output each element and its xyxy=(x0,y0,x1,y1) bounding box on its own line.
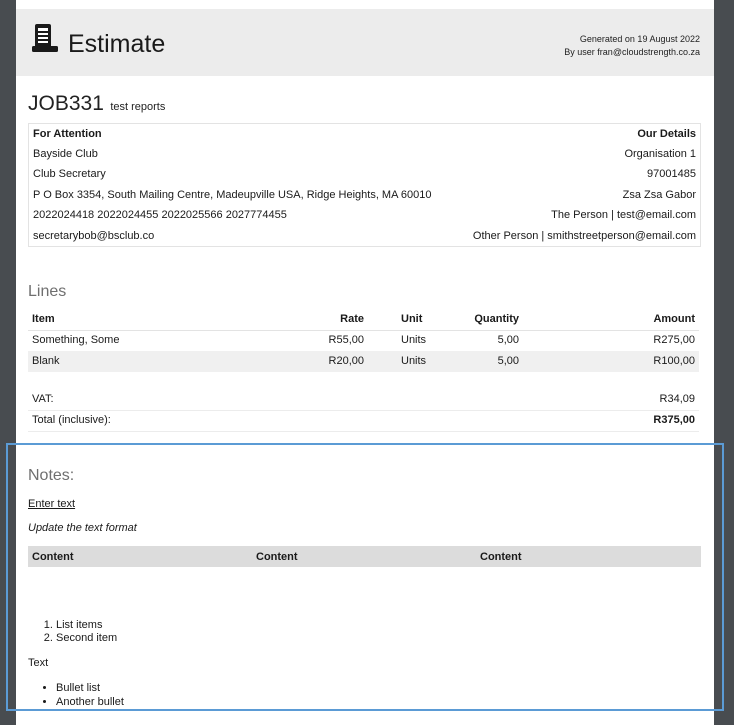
table-row: Blank R20,00 Units 5,00 R100,00 xyxy=(28,351,699,372)
column-header-item: Item xyxy=(32,313,55,325)
column-header-rate: Rate xyxy=(340,313,364,325)
generated-by-user: By user fran@cloudstrength.co.za xyxy=(564,47,700,57)
column-header-amount: Amount xyxy=(653,313,695,325)
organisation-name: Organisation 1 xyxy=(624,148,696,160)
contact-row: P O Box 3354, South Mailing Centre, Made… xyxy=(29,185,700,205)
generation-info: Generated on 19 August 2022 By user fran… xyxy=(564,33,700,59)
client-name: Bayside Club xyxy=(33,148,98,160)
document-header: Estimate Generated on 19 August 2022 By … xyxy=(16,9,714,76)
contact-row: Bayside Club Organisation 1 xyxy=(29,144,700,164)
job-number: JOB331 xyxy=(28,92,104,115)
job-description: test reports xyxy=(110,101,166,113)
cell-item: Something, Some xyxy=(32,334,120,346)
table-row: Something, Some R55,00 Units 5,00 R275,0… xyxy=(28,330,699,351)
total-label: Total (inclusive): xyxy=(32,414,111,426)
organisation-contact-2: Other Person | smithstreetperson@email.c… xyxy=(472,230,696,242)
receipt-icon xyxy=(32,24,58,52)
cell-rate: R20,00 xyxy=(328,355,364,367)
cell-amount: R275,00 xyxy=(653,334,695,346)
client-contact-role: Club Secretary xyxy=(33,168,106,180)
client-phones: 2022024418 2022024455 2022025566 2027774… xyxy=(33,209,287,221)
organisation-contact-1: The Person | test@email.com xyxy=(551,209,696,221)
contact-row: secretarybob@bsclub.co Other Person | sm… xyxy=(29,226,700,246)
cell-quantity: 5,00 xyxy=(497,355,519,367)
cell-item: Blank xyxy=(32,355,60,367)
column-header-unit: Unit xyxy=(401,313,423,325)
total-row: Total (inclusive): R375,00 xyxy=(28,410,699,432)
table-header-row: Item Rate Unit Quantity Amount xyxy=(28,309,699,331)
client-address: P O Box 3354, South Mailing Centre, Made… xyxy=(33,189,432,201)
lines-section-title: Lines xyxy=(28,283,67,300)
vat-value: R34,09 xyxy=(659,393,695,405)
contact-row: Club Secretary 97001485 xyxy=(29,164,700,184)
column-header-quantity: Quantity xyxy=(474,313,519,325)
contact-row: For Attention Our Details xyxy=(29,124,700,144)
client-email: secretarybob@bsclub.co xyxy=(33,230,155,242)
vat-row: VAT: R34,09 xyxy=(28,389,699,411)
generated-date: Generated on 19 August 2022 xyxy=(579,34,700,44)
document-title: Estimate xyxy=(68,30,166,58)
job-heading: JOB331 test reports xyxy=(28,92,165,116)
our-details-heading: Our Details xyxy=(637,128,696,140)
cell-unit: Units xyxy=(401,334,427,346)
total-value: R375,00 xyxy=(653,414,695,426)
for-attention-heading: For Attention xyxy=(33,128,102,140)
contact-details-table: For Attention Our Details Bayside Club O… xyxy=(28,123,701,247)
contact-row: 2022024418 2022024455 2022025566 2027774… xyxy=(29,205,700,225)
organisation-person: Zsa Zsa Gabor xyxy=(622,189,696,201)
cell-quantity: 5,00 xyxy=(497,334,519,346)
cell-rate: R55,00 xyxy=(328,334,364,346)
cell-unit: Units xyxy=(401,355,427,367)
organisation-number: 97001485 xyxy=(647,168,696,180)
cell-amount: R100,00 xyxy=(653,355,695,367)
vat-label: VAT: xyxy=(32,393,54,405)
notes-selection-frame[interactable] xyxy=(6,443,724,711)
